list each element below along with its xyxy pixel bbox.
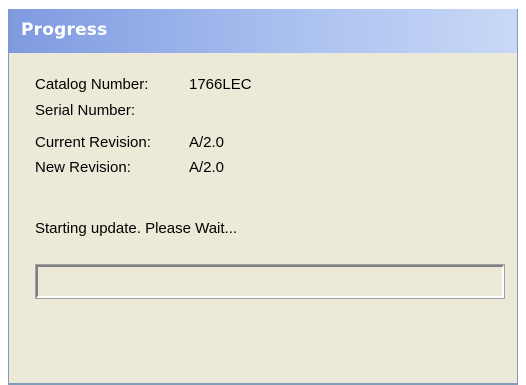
current-revision-row: Current Revision: — [35, 134, 151, 151]
new-revision-label: New Revision: — [35, 159, 131, 176]
new-revision-row: New Revision: — [35, 159, 131, 176]
catalog-number-label: Catalog Number: — [35, 76, 149, 93]
catalog-number-row: Catalog Number: — [35, 76, 148, 93]
window-title: Progress — [21, 20, 108, 40]
serial-number-row: Serial Number: — [35, 102, 135, 119]
progress-bar — [35, 264, 505, 299]
status-message: Starting update. Please Wait... — [35, 220, 238, 237]
catalog-number-value: 1766LEC — [189, 76, 252, 93]
current-revision-label: Current Revision: — [35, 134, 151, 151]
title-bar[interactable]: Progress — [9, 9, 517, 53]
new-revision-value: A/2.0 — [189, 159, 225, 176]
progress-dialog: Progress Catalog Number: 1766LEC Serial … — [8, 9, 518, 385]
current-revision-value: A/2.0 — [189, 134, 225, 151]
dialog-content: Catalog Number: 1766LEC Serial Number: C… — [9, 53, 517, 385]
serial-number-label: Serial Number: — [35, 102, 136, 119]
